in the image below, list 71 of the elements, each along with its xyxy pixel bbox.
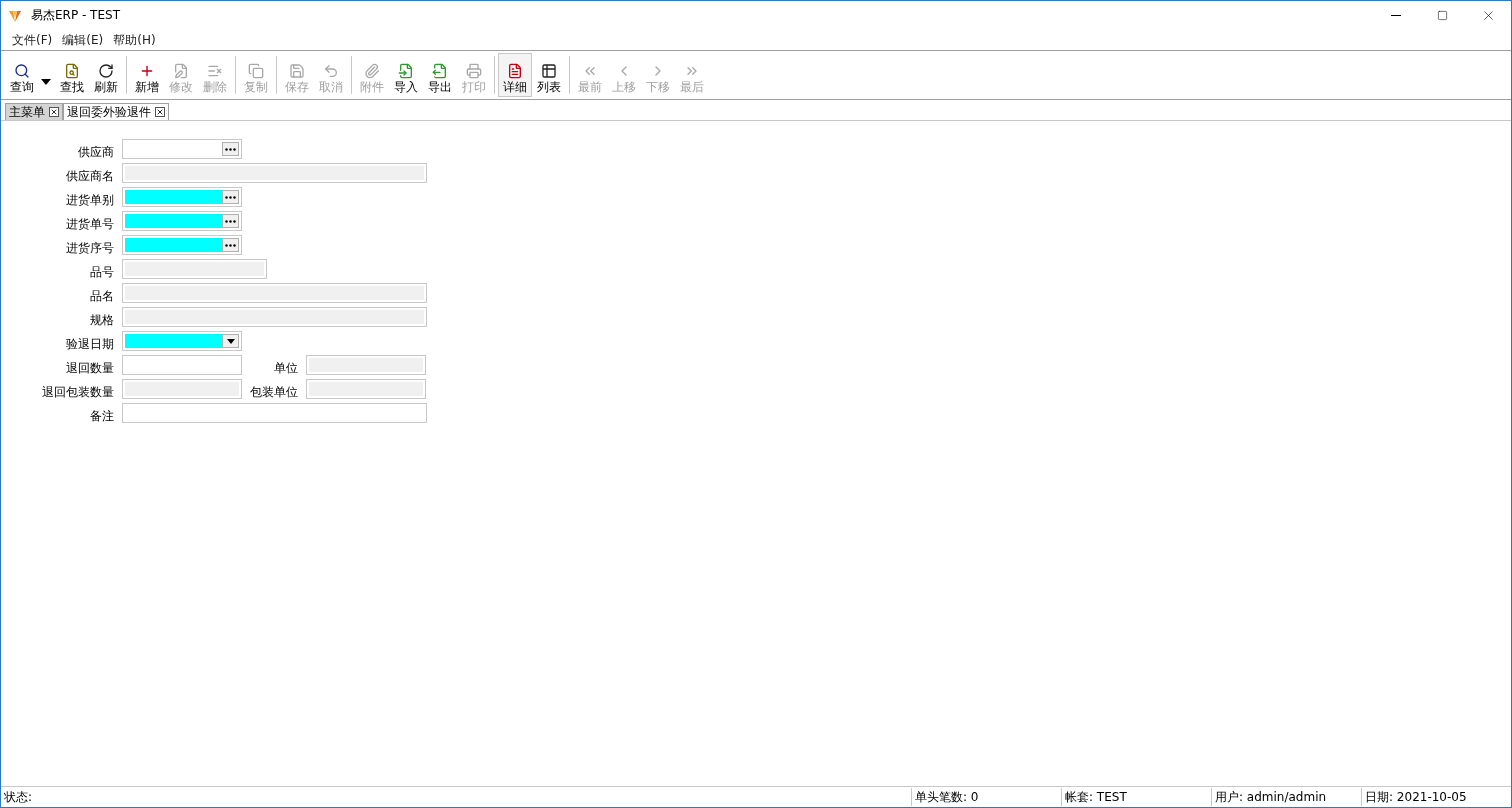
menu-item[interactable]: 文件(F) (7, 31, 58, 49)
plus-icon (139, 63, 155, 79)
menu-item[interactable]: 帮助(H) (108, 31, 161, 49)
ellipsis-icon (225, 219, 236, 223)
ellipsis-icon (225, 147, 236, 151)
window-title: 易杰ERP - TEST (31, 7, 120, 24)
ellipsis-button[interactable] (222, 214, 239, 228)
input-field[interactable] (122, 403, 427, 423)
field-label: 单位 (273, 359, 299, 377)
undo-icon (323, 63, 339, 79)
toolbar-button[interactable]: 查询 (5, 53, 39, 97)
printer-icon (466, 63, 482, 79)
field-label: 供应商 (77, 143, 115, 161)
ellipsis-icon (225, 243, 236, 247)
field-label: 备注 (89, 407, 115, 425)
save-icon (289, 63, 305, 79)
ellipsis-icon (225, 195, 236, 199)
field-label: 品名 (89, 287, 115, 305)
close-icon[interactable] (49, 107, 59, 117)
field-label: 品号 (89, 263, 115, 281)
caret-icon[interactable] (41, 79, 51, 85)
copy-icon (248, 63, 264, 79)
close-icon[interactable] (155, 107, 165, 117)
paperclip-icon (364, 63, 380, 79)
toolbar-button[interactable]: 导出 (423, 53, 457, 97)
toolbar-button[interactable]: 导入 (389, 53, 423, 97)
field-label: 进货单号 (65, 215, 115, 233)
status-panel: 用户: admin/admin (1211, 788, 1361, 806)
status-panel: 单头笔数: 0 (911, 788, 1061, 806)
status-panel: 日期: 2021-10-05 (1361, 788, 1511, 806)
caret-icon (226, 338, 235, 344)
toolbar-button[interactable]: 新增 (130, 53, 164, 97)
input-field[interactable] (122, 355, 242, 375)
toolbar-button[interactable]: 刷新 (89, 53, 123, 97)
search-icon (14, 63, 30, 79)
input-field[interactable] (122, 235, 242, 255)
table-icon (541, 63, 557, 79)
date-field[interactable] (122, 331, 242, 351)
minimize-icon (1391, 15, 1401, 16)
document-icon (507, 63, 523, 79)
ellipsis-button[interactable] (222, 142, 239, 156)
field-label: 包装单位 (249, 383, 299, 401)
delete-list-icon (207, 63, 223, 79)
menu-item[interactable]: 编辑(E) (57, 31, 109, 49)
logo-icon (9, 9, 21, 22)
input-field[interactable] (122, 187, 242, 207)
ellipsis-button[interactable] (222, 238, 239, 252)
document-search-icon (64, 63, 80, 79)
import-file-icon (398, 63, 414, 79)
edit-document-icon (173, 63, 189, 79)
document-tab[interactable]: 退回委外验退件 (63, 103, 169, 120)
ellipsis-button[interactable] (222, 190, 239, 204)
field-label: 退回包装数量 (41, 383, 115, 401)
field-label: 验退日期 (65, 335, 115, 353)
field-label: 进货序号 (65, 239, 115, 257)
field-label: 供应商名 (65, 167, 115, 185)
toolbar-button[interactable]: 详细 (498, 53, 532, 97)
field-label: 规格 (89, 311, 115, 329)
dropdown-button[interactable] (222, 334, 239, 348)
export-file-icon (432, 63, 448, 79)
document-tab[interactable]: 主菜单 (5, 103, 63, 120)
maximize-icon (1436, 10, 1448, 21)
toolbar-button[interactable]: 查找 (55, 53, 89, 97)
status-panel: 帐套: TEST (1061, 788, 1211, 806)
input-field[interactable] (122, 211, 242, 231)
input-field[interactable] (122, 139, 242, 159)
field-label: 退回数量 (65, 359, 115, 377)
field-label: 进货单别 (65, 191, 115, 209)
status-label: 状态: (3, 788, 34, 806)
toolbar-button[interactable]: 列表 (532, 53, 566, 97)
refresh-icon (98, 63, 114, 79)
